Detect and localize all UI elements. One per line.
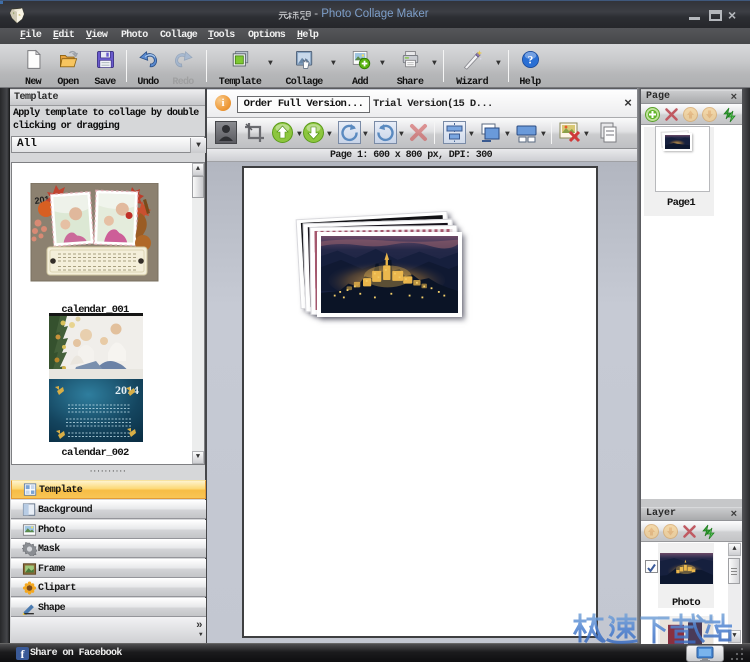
svg-text:2014: 2014 — [115, 383, 139, 397]
svg-text:?: ? — [527, 55, 533, 67]
